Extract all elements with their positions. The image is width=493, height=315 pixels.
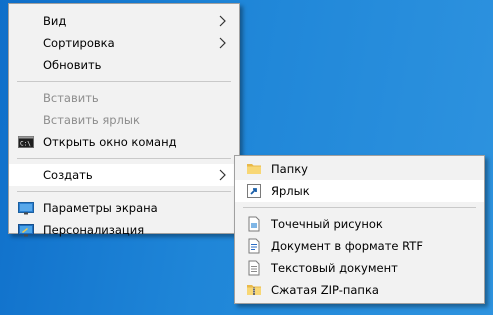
menu-separator (17, 81, 231, 82)
bitmap-image-icon (248, 216, 260, 232)
zip-folder-icon (247, 285, 261, 295)
submenu-item-shortcut[interactable]: Ярлык (235, 180, 484, 202)
submenu-item-zip-folder[interactable]: Сжатая ZIP-папка (235, 279, 484, 301)
shortcut-icon (247, 184, 261, 198)
menu-item-refresh[interactable]: Обновить (9, 54, 239, 76)
menu-item-display-settings[interactable]: Параметры экрана (9, 197, 239, 219)
submenu-item-label: Ярлык (271, 184, 310, 198)
rtf-document-icon (248, 238, 260, 254)
menu-separator (17, 191, 231, 192)
submenu-item-label: Документ в формате RTF (271, 239, 423, 253)
menu-item-label: Создать (43, 168, 93, 182)
submenu-item-label: Сжатая ZIP-папка (271, 283, 379, 297)
menu-item-label: Сортировка (43, 36, 115, 50)
menu-item-personalization[interactable]: Персонализация (9, 219, 239, 241)
command-prompt-icon: C:\ (18, 136, 34, 148)
submenu-item-label: Текстовый документ (271, 261, 398, 275)
create-submenu: Папку Ярлык Точечный рисунок Документ в … (234, 155, 485, 304)
submenu-item-text-document[interactable]: Текстовый документ (235, 257, 484, 279)
menu-item-paste-shortcut[interactable]: Вставить ярлык (9, 109, 239, 131)
menu-item-label: Вставить (43, 91, 99, 105)
submenu-item-folder[interactable]: Папку (235, 158, 484, 180)
menu-item-view[interactable]: Вид (9, 10, 239, 32)
menu-item-sort[interactable]: Сортировка (9, 32, 239, 54)
folder-icon (247, 164, 261, 174)
chevron-right-icon (219, 169, 226, 181)
svg-text:C:\: C:\ (20, 141, 31, 148)
submenu-item-rtf-document[interactable]: Документ в формате RTF (235, 235, 484, 257)
menu-item-label: Открыть окно команд (43, 135, 177, 149)
desktop-context-menu: Вид Сортировка Обновить Вставить Вставит… (8, 3, 240, 237)
menu-item-label: Персонализация (43, 223, 145, 237)
submenu-separator (243, 207, 476, 208)
submenu-item-label: Точечный рисунок (271, 217, 383, 231)
submenu-item-bitmap[interactable]: Точечный рисунок (235, 213, 484, 235)
menu-item-label: Вид (43, 14, 67, 28)
chevron-right-icon (219, 15, 226, 27)
chevron-right-icon (219, 37, 226, 49)
display-settings-icon (18, 202, 34, 215)
menu-item-label: Обновить (43, 58, 102, 72)
menu-item-label: Вставить ярлык (43, 113, 140, 127)
text-document-icon (248, 260, 260, 276)
menu-separator (17, 158, 231, 159)
menu-item-create[interactable]: Создать (9, 164, 239, 186)
submenu-item-label: Папку (271, 162, 308, 176)
menu-item-open-command-window[interactable]: C:\ Открыть окно команд (9, 131, 239, 153)
menu-item-label: Параметры экрана (43, 201, 158, 215)
menu-item-paste[interactable]: Вставить (9, 87, 239, 109)
personalization-icon (18, 224, 34, 237)
